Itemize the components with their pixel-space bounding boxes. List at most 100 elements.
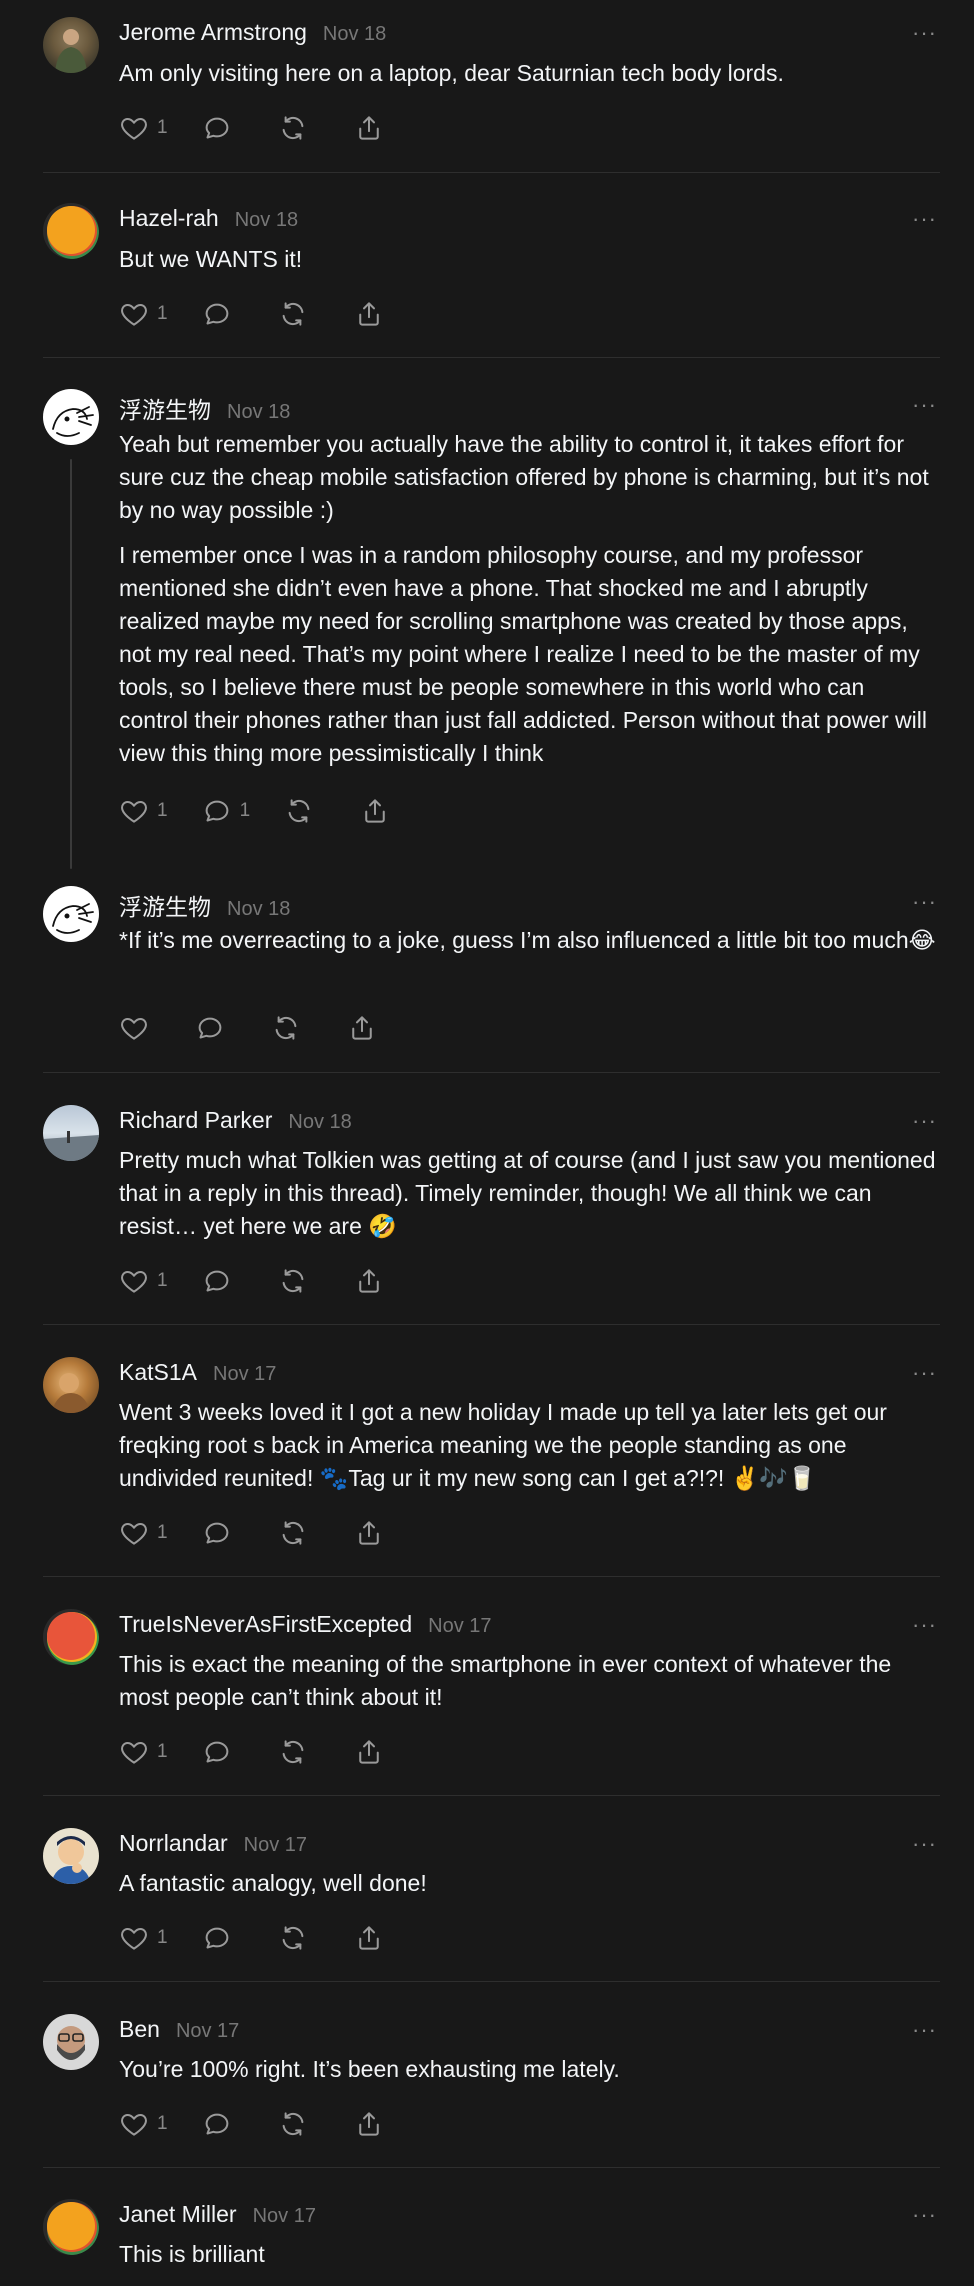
repost-button[interactable] [278, 2107, 308, 2141]
more-icon[interactable]: ··· [912, 20, 937, 46]
reply-button[interactable] [195, 1011, 225, 1045]
repost-button[interactable] [278, 1735, 308, 1769]
more-icon[interactable]: ··· [912, 392, 937, 418]
like-button[interactable]: 1 [119, 1735, 168, 1769]
like-button[interactable]: 1 [119, 1921, 168, 1955]
like-button[interactable]: 1 [119, 1516, 168, 1550]
post-date[interactable]: Nov 17 [213, 1363, 276, 1386]
avatar[interactable] [43, 2199, 99, 2255]
like-button[interactable] [119, 1011, 149, 1045]
like-button[interactable]: 1 [119, 794, 168, 828]
repost-button[interactable] [278, 1264, 308, 1298]
like-button[interactable]: 1 [119, 1264, 168, 1298]
heart-icon [119, 1266, 149, 1296]
heart-icon [119, 1518, 149, 1548]
heart-icon [119, 796, 149, 826]
post-body: This is brilliant [119, 2238, 939, 2283]
divider [43, 357, 940, 358]
action-bar: 1 [119, 1264, 430, 1298]
share-icon [354, 1737, 384, 1767]
reply-button[interactable]: 1 [202, 794, 250, 828]
author-name[interactable]: KatS1A [119, 1359, 197, 1386]
post-date[interactable]: Nov 17 [176, 2020, 239, 2043]
action-bar: 1 [119, 2107, 430, 2141]
avatar[interactable] [43, 1609, 99, 1665]
avatar[interactable] [43, 389, 99, 445]
more-icon[interactable]: ··· [912, 1108, 937, 1134]
repost-button[interactable] [271, 1011, 301, 1045]
comment-icon [202, 1518, 232, 1548]
post-date[interactable]: Nov 18 [227, 898, 290, 921]
repost-icon [278, 2109, 308, 2139]
repost-icon [278, 1518, 308, 1548]
share-button[interactable] [354, 2107, 384, 2141]
more-icon[interactable]: ··· [912, 2202, 937, 2228]
reply-button[interactable] [202, 2107, 232, 2141]
repost-icon [284, 796, 314, 826]
author-name[interactable]: Janet Miller [119, 2201, 237, 2228]
heart-icon [119, 113, 149, 143]
repost-button[interactable] [278, 111, 308, 145]
reply-button[interactable] [202, 1264, 232, 1298]
author-name[interactable]: Ben [119, 2016, 160, 2043]
repost-button[interactable] [278, 297, 308, 331]
author-name[interactable]: 浮游生物 [119, 888, 211, 922]
like-count: 1 [157, 117, 168, 138]
comment-icon [195, 1013, 225, 1043]
like-button[interactable]: 1 [119, 297, 168, 331]
comment-icon [202, 113, 232, 143]
post-date[interactable]: Nov 18 [227, 401, 290, 424]
action-bar [119, 1011, 423, 1045]
more-icon[interactable]: ··· [912, 1831, 937, 1857]
like-button[interactable]: 1 [119, 2107, 168, 2141]
author-name[interactable]: TrueIsNeverAsFirstExcepted [119, 1611, 412, 1638]
avatar[interactable] [43, 886, 99, 942]
like-count: 1 [157, 1927, 168, 1948]
share-button[interactable] [354, 1264, 384, 1298]
more-icon[interactable]: ··· [912, 889, 937, 915]
repost-button[interactable] [284, 794, 314, 828]
avatar[interactable] [43, 2014, 99, 2070]
share-button[interactable] [360, 794, 390, 828]
author-name[interactable]: Norrlandar [119, 1830, 228, 1857]
comment-icon [202, 1266, 232, 1296]
post-body: Pretty much what Tolkien was getting at … [119, 1144, 939, 1255]
share-button[interactable] [354, 111, 384, 145]
share-button[interactable] [347, 1011, 377, 1045]
reply-button[interactable] [202, 297, 232, 331]
avatar[interactable] [43, 1105, 99, 1161]
reply-button[interactable] [202, 1516, 232, 1550]
avatar[interactable] [43, 203, 99, 259]
post-date[interactable]: Nov 18 [323, 23, 386, 46]
divider [43, 1795, 940, 1796]
author-name[interactable]: Jerome Armstrong [119, 19, 307, 46]
share-icon [354, 1266, 384, 1296]
share-button[interactable] [354, 1516, 384, 1550]
share-button[interactable] [354, 1921, 384, 1955]
like-button[interactable]: 1 [119, 111, 168, 145]
avatar[interactable] [43, 1828, 99, 1884]
reply-button[interactable] [202, 1735, 232, 1769]
post-date[interactable]: Nov 17 [428, 1615, 491, 1638]
post-date[interactable]: Nov 18 [235, 209, 298, 232]
repost-button[interactable] [278, 1921, 308, 1955]
share-button[interactable] [354, 297, 384, 331]
more-icon[interactable]: ··· [912, 206, 937, 232]
reply-button[interactable] [202, 111, 232, 145]
post-date[interactable]: Nov 17 [253, 2205, 316, 2228]
post-text: This is brilliant [119, 2241, 265, 2267]
author-name[interactable]: 浮游生物 [119, 391, 211, 425]
author-name[interactable]: Richard Parker [119, 1107, 272, 1134]
share-icon [360, 796, 390, 826]
post-date[interactable]: Nov 17 [244, 1834, 307, 1857]
more-icon[interactable]: ··· [912, 1360, 937, 1386]
share-button[interactable] [354, 1735, 384, 1769]
post-date[interactable]: Nov 18 [288, 1111, 351, 1134]
avatar[interactable] [43, 17, 99, 73]
more-icon[interactable]: ··· [912, 2017, 937, 2043]
author-name[interactable]: Hazel-rah [119, 205, 219, 232]
repost-button[interactable] [278, 1516, 308, 1550]
reply-button[interactable] [202, 1921, 232, 1955]
avatar[interactable] [43, 1357, 99, 1413]
more-icon[interactable]: ··· [912, 1612, 937, 1638]
